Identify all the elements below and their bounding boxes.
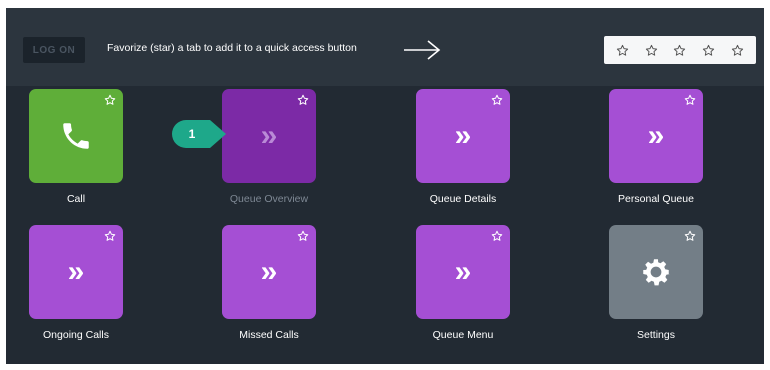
step-number: 1 <box>188 127 196 141</box>
double-chevron-icon: » <box>260 255 278 288</box>
star-icon[interactable] <box>491 230 503 242</box>
tile-queue-menu[interactable]: » <box>416 225 510 319</box>
double-chevron-icon: » <box>454 255 472 288</box>
star-icon <box>731 44 744 56</box>
log-on-button[interactable]: LOG ON <box>23 37 85 63</box>
app-window: LOG ON Favorize (star) a tab to add it t… <box>6 8 764 364</box>
quick-access-slot-1[interactable] <box>613 41 631 59</box>
star-icon[interactable] <box>104 94 116 106</box>
star-icon[interactable] <box>491 94 503 106</box>
double-chevron-icon: » <box>260 119 278 152</box>
tile-personal-queue[interactable]: » <box>609 89 703 183</box>
tile-call[interactable] <box>29 89 123 183</box>
gear-icon <box>643 259 670 286</box>
star-icon <box>645 44 657 56</box>
quick-access-slot-2[interactable] <box>642 41 660 59</box>
star-icon[interactable] <box>684 94 696 106</box>
double-chevron-icon: » <box>67 255 85 288</box>
star-icon <box>616 44 629 56</box>
star-icon <box>703 44 715 56</box>
tile-queue-overview[interactable]: » <box>222 89 316 183</box>
quick-access-slot-5[interactable] <box>729 41 747 59</box>
star-icon <box>674 44 686 56</box>
top-bar: LOG ON Favorize (star) a tab to add it t… <box>6 8 764 86</box>
star-icon[interactable] <box>297 94 309 106</box>
quick-access-slot-4[interactable] <box>700 41 718 59</box>
tile-label-missed-calls: Missed Calls <box>239 329 299 341</box>
tile-label-personal-queue: Personal Queue <box>618 193 694 205</box>
star-icon[interactable] <box>297 230 309 242</box>
star-icon[interactable] <box>684 230 696 242</box>
tile-label-queue-menu: Queue Menu <box>432 329 494 341</box>
tile-queue-details[interactable]: » <box>416 89 510 183</box>
quick-access-bar <box>604 36 756 64</box>
tile-missed-calls[interactable]: » <box>222 225 316 319</box>
double-chevron-icon: » <box>647 119 665 152</box>
quick-access-slot-3[interactable] <box>671 41 689 59</box>
tile-settings[interactable] <box>609 225 703 319</box>
quick-access-hint: Favorize (star) a tab to add it to a qui… <box>107 42 357 54</box>
tile-label-queue-details: Queue Details <box>429 193 497 205</box>
phone-icon <box>63 123 89 149</box>
star-icon[interactable] <box>104 230 116 242</box>
tile-label-queue-overview: Queue Overview <box>229 193 309 205</box>
tile-label-settings: Settings <box>637 329 675 341</box>
tile-ongoing-calls[interactable]: » <box>29 225 123 319</box>
arrow-right-icon <box>404 40 441 60</box>
tile-label-ongoing-calls: Ongoing Calls <box>43 329 109 341</box>
tile-label-call: Call <box>66 193 86 205</box>
double-chevron-icon: » <box>454 119 472 152</box>
